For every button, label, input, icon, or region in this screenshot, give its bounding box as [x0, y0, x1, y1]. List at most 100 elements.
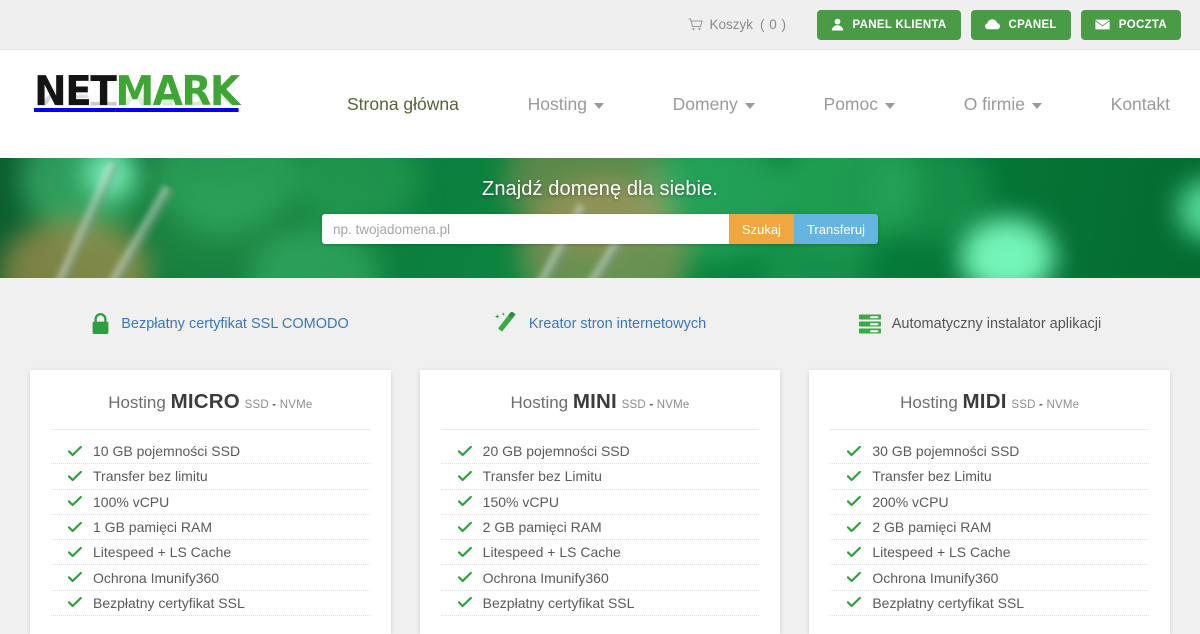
plan-tech-left-midi: SSD: [1011, 399, 1036, 411]
list-item: 10 GB pojemności SSD: [51, 439, 370, 465]
check-icon: [68, 597, 82, 608]
plan-tech-left-mini: SSD: [621, 399, 646, 411]
list-item: 30 GB pojemności SSD: [830, 439, 1150, 465]
cart-link[interactable]: Koszyk ( 0 ): [688, 17, 787, 32]
plan-tech-right-midi: NVMe: [1046, 399, 1080, 411]
domain-search-hero: Znajdź domenę dla siebie. Szukaj Transfe…: [0, 158, 1200, 278]
plan-card-mini[interactable]: Hosting MINI SSD - NVMe 20 GB pojemności…: [419, 370, 781, 634]
list-item: 2 GB pamięci RAM: [440, 515, 760, 541]
check-icon: [847, 546, 862, 558]
list-item: Bezpłatny certyfikat SSL: [51, 591, 370, 617]
check-icon: [457, 521, 472, 533]
list-item: 20 GB pojemności SSD: [440, 439, 760, 465]
panel-klienta-button[interactable]: PANEL KLIENTA: [816, 9, 961, 40]
check-icon: [68, 546, 82, 558]
features-band: Bezpłatny certyfikat SSL COMODO Kreator …: [0, 278, 1200, 370]
pricing-plans-row: Hosting MICRO SSD - NVMe 10 GB pojemnośc…: [30, 370, 1171, 634]
cpanel-button[interactable]: CPANEL: [970, 9, 1071, 40]
feature-ssl-comodo[interactable]: Bezpłatny certyfikat SSL COMODO: [30, 312, 410, 336]
logo-wordmark: NETMARK: [34, 69, 302, 113]
plan-name-mini: MINI: [572, 390, 617, 413]
plan-feature-text: Ochrona Imunify360: [872, 569, 999, 586]
plan-title-micro: Hosting MICRO SSD - NVMe: [51, 390, 370, 430]
poczta-label: POCZTA: [1118, 18, 1167, 31]
list-item: 150% vCPU: [440, 490, 760, 515]
nav-label-o-firmie: O firmie: [963, 93, 1025, 114]
plan-feature-text: Bezpłatny certyfikat SSL: [482, 594, 635, 611]
feature-installer-label: Automatyczny instalator aplikacji: [891, 316, 1102, 332]
list-item: Litespeed + LS Cache: [440, 540, 760, 566]
list-item: Transfer bez Limitu: [440, 464, 760, 490]
list-item: Transfer bez Limitu: [830, 464, 1150, 490]
plan-feature-text: Bezpłatny certyfikat SSL: [93, 594, 245, 611]
plan-feature-list-midi: 30 GB pojemności SSD Transfer bez Limitu…: [830, 430, 1150, 617]
envelope-icon: [1095, 19, 1110, 30]
nav-item-o-firmie[interactable]: O firmie: [964, 94, 1042, 115]
cart-count: ( 0 ): [760, 17, 787, 32]
padlock-icon: [91, 313, 110, 335]
hero-title: Znajdź domenę dla siebie.: [482, 178, 718, 200]
list-item: 1 GB pamięci RAM: [51, 515, 370, 541]
check-icon: [457, 572, 472, 583]
nav-label-kontakt: Kontakt: [1110, 93, 1170, 114]
plan-feature-text: Ochrona Imunify360: [482, 569, 609, 586]
plan-tech-right-micro: NVMe: [279, 399, 313, 411]
check-icon: [68, 496, 82, 507]
nav-item-strona-glowna[interactable]: Strona główna: [347, 94, 459, 115]
plan-feature-text: Transfer bez limitu: [93, 468, 208, 485]
plan-title-midi: Hosting MIDI SSD - NVMe: [830, 390, 1150, 430]
plan-tech-left-micro: SSD: [244, 399, 269, 411]
utility-topbar: Koszyk ( 0 ) PANEL KLIENTA CPANEL POCZTA: [0, 0, 1200, 50]
domain-search-input[interactable]: [322, 214, 729, 244]
list-item: Litespeed + LS Cache: [51, 540, 370, 566]
plan-card-midi[interactable]: Hosting MIDI SSD - NVMe 30 GB pojemności…: [809, 370, 1171, 634]
panel-klienta-label: PANEL KLIENTA: [852, 18, 947, 31]
plan-prefix-midi: Hosting: [900, 393, 958, 412]
check-icon: [68, 470, 82, 482]
list-item: 100% vCPU: [51, 490, 370, 515]
transfer-button[interactable]: Transferuj: [793, 214, 878, 244]
main-navigation: Strona główna Hosting Domeny Pomoc O fir…: [287, 94, 1180, 115]
check-icon: [457, 470, 472, 482]
chevron-down-icon: [1031, 102, 1042, 109]
plan-feature-text: Bezpłatny certyfikat SSL: [872, 594, 1025, 611]
check-icon: [457, 496, 472, 507]
plan-feature-text: 1 GB pamięci RAM: [93, 519, 213, 536]
nav-item-hosting[interactable]: Hosting: [528, 94, 604, 115]
nav-item-pomoc[interactable]: Pomoc: [824, 94, 895, 115]
feature-app-installer[interactable]: Automatyczny instalator aplikacji: [790, 312, 1170, 336]
plan-prefix-micro: Hosting: [108, 393, 166, 412]
check-icon: [68, 521, 82, 533]
search-button[interactable]: Szukaj: [728, 214, 794, 244]
plan-feature-text: 2 GB pamięci RAM: [482, 519, 602, 536]
plan-feature-text: Transfer bez Limitu: [482, 468, 602, 485]
plan-feature-list-micro: 10 GB pojemności SSD Transfer bez limitu…: [51, 430, 370, 617]
check-icon: [847, 521, 862, 533]
poczta-button[interactable]: POCZTA: [1080, 9, 1181, 40]
plan-card-micro[interactable]: Hosting MICRO SSD - NVMe 10 GB pojemnośc…: [30, 370, 391, 634]
check-icon: [457, 546, 472, 558]
check-icon: [847, 572, 862, 583]
plan-tech-sep-midi: -: [1039, 399, 1044, 411]
nav-label-hosting: Hosting: [527, 93, 587, 114]
list-item: Bezpłatny certyfikat SSL: [440, 591, 760, 617]
list-item: 2 GB pamięci RAM: [830, 515, 1150, 541]
plan-feature-text: Litespeed + LS Cache: [93, 544, 232, 561]
plan-tech-sep-mini: -: [649, 399, 654, 411]
pricing-plans-band: Hosting MICRO SSD - NVMe 10 GB pojemnośc…: [0, 370, 1200, 634]
list-item: Transfer bez limitu: [51, 464, 370, 490]
check-icon: [68, 572, 82, 583]
chevron-down-icon: [884, 102, 895, 109]
plan-title-mini: Hosting MINI SSD - NVMe: [440, 390, 760, 430]
domain-search-bar: Szukaj Transferuj: [322, 214, 878, 244]
nav-label-pomoc: Pomoc: [823, 93, 878, 114]
feature-website-builder[interactable]: Kreator stron internetowych: [410, 312, 790, 336]
plan-feature-text: Ochrona Imunify360: [93, 569, 220, 586]
check-icon: [68, 445, 82, 457]
site-logo[interactable]: NETMARK NETMARK: [34, 69, 287, 143]
check-icon: [847, 470, 862, 482]
feature-ssl-label: Bezpłatny certyfikat SSL COMODO: [121, 316, 349, 332]
nav-item-kontakt[interactable]: Kontakt: [1111, 94, 1170, 115]
nav-item-domeny[interactable]: Domeny: [673, 94, 755, 115]
list-item: Ochrona Imunify360: [51, 565, 370, 591]
